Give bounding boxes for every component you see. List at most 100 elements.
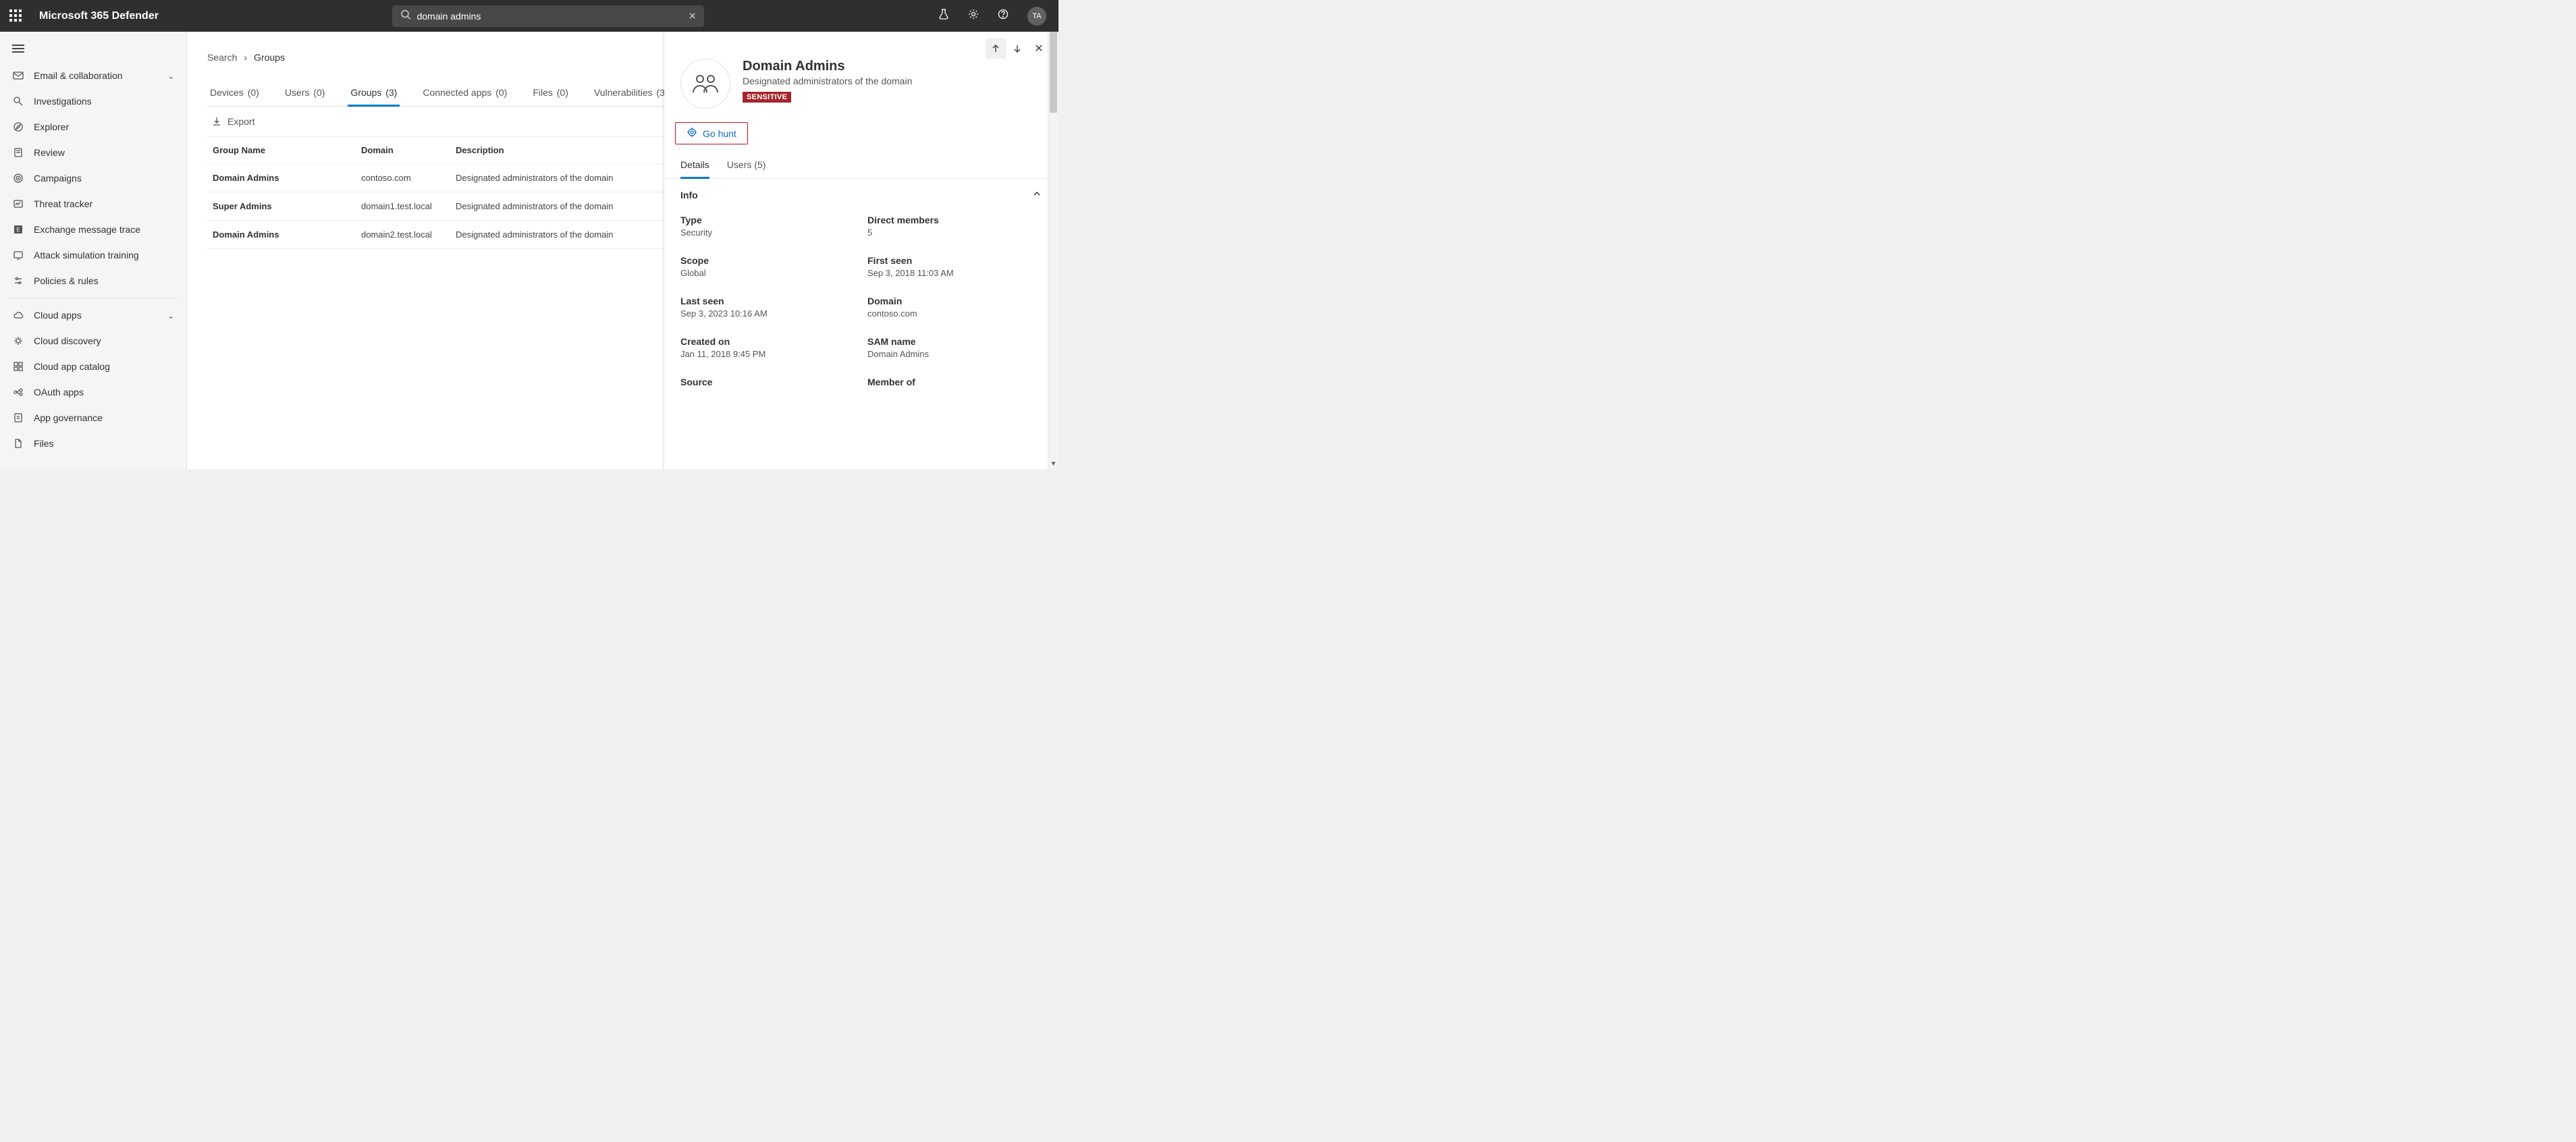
user-avatar[interactable]: TA bbox=[1027, 7, 1046, 26]
tab-label: Devices bbox=[210, 87, 244, 98]
nav-label: Exchange message trace bbox=[34, 224, 140, 235]
go-hunt-label: Go hunt bbox=[703, 128, 736, 139]
nav-label: Explorer bbox=[34, 121, 69, 132]
col-domain[interactable]: Domain bbox=[356, 137, 450, 164]
tab-count: (0) bbox=[248, 87, 259, 98]
tab-count: (3) bbox=[385, 87, 397, 98]
tab-label: Groups bbox=[350, 87, 381, 98]
info-member-of: Member of bbox=[867, 377, 1042, 387]
panel-controls: ✕ bbox=[664, 32, 1058, 59]
info-label: Last seen bbox=[680, 296, 855, 306]
nav-threat-tracker[interactable]: Threat tracker bbox=[0, 191, 186, 217]
breadcrumb-search[interactable]: Search bbox=[207, 52, 237, 63]
tab-label: Vulnerabilities bbox=[594, 87, 653, 98]
cloud-icon bbox=[12, 309, 24, 321]
panel-scrollbar[interactable]: ▼ bbox=[1048, 32, 1058, 469]
nav-review[interactable]: Review bbox=[0, 140, 186, 165]
nav-label: Files bbox=[34, 438, 54, 449]
panel-tab-users[interactable]: Users (5) bbox=[727, 153, 766, 178]
col-group-name[interactable]: Group Name bbox=[207, 137, 356, 164]
chevron-up-icon: ⌃ bbox=[167, 71, 174, 80]
scroll-down-arrow[interactable]: ▼ bbox=[1048, 460, 1058, 468]
info-source: Source bbox=[680, 377, 855, 387]
svg-text:E: E bbox=[16, 227, 20, 233]
cell-name: Super Admins bbox=[207, 192, 356, 221]
tab-vulnerabilities[interactable]: Vulnerabilities (3) bbox=[591, 80, 671, 106]
export-button[interactable]: Export bbox=[207, 116, 254, 127]
nav-attack-sim[interactable]: Attack simulation training bbox=[0, 242, 186, 268]
clear-search-icon[interactable]: ✕ bbox=[689, 10, 697, 22]
nav-label: Review bbox=[34, 147, 65, 158]
nav-label: Campaigns bbox=[34, 173, 82, 184]
info-domain: Domain contoso.com bbox=[867, 296, 1042, 319]
nav-oauth-apps[interactable]: OAuth apps bbox=[0, 379, 186, 405]
info-scope: ScopeGlobal bbox=[680, 255, 855, 278]
chevron-up-icon bbox=[1031, 188, 1042, 201]
tab-connected-apps[interactable]: Connected apps (0) bbox=[420, 80, 510, 106]
info-value: Sep 3, 2018 11:03 AM bbox=[867, 268, 1042, 278]
left-nav: Email & collaboration ⌃ Investigations E… bbox=[0, 32, 187, 469]
app-launcher-icon[interactable] bbox=[9, 9, 23, 23]
panel-tabs: Details Users (5) bbox=[664, 153, 1058, 179]
nav-label: Investigations bbox=[34, 96, 92, 107]
nav-label: Cloud app catalog bbox=[34, 361, 110, 372]
info-type: TypeSecurity bbox=[680, 215, 855, 238]
nav-label: Policies & rules bbox=[34, 275, 99, 286]
nav-investigations[interactable]: Investigations bbox=[0, 88, 186, 114]
nav-toggle[interactable] bbox=[0, 34, 186, 63]
search-input[interactable] bbox=[392, 5, 704, 27]
labs-icon[interactable] bbox=[938, 9, 949, 23]
tab-users[interactable]: Users (0) bbox=[282, 80, 328, 106]
info-value: contoso.com bbox=[867, 308, 1042, 319]
settings-icon[interactable] bbox=[968, 9, 979, 23]
tab-count: (0) bbox=[495, 87, 507, 98]
tab-groups[interactable]: Groups (3) bbox=[348, 80, 400, 106]
tab-files[interactable]: Files (0) bbox=[530, 80, 571, 106]
tab-count: (0) bbox=[313, 87, 325, 98]
info-label: SAM name bbox=[867, 336, 1042, 347]
help-icon[interactable] bbox=[998, 9, 1009, 23]
nav-cloud-catalog[interactable]: Cloud app catalog bbox=[0, 354, 186, 379]
download-icon bbox=[211, 116, 222, 127]
nav-section-cloud[interactable]: Cloud apps ⌃ bbox=[0, 302, 186, 328]
scrollbar-thumb[interactable] bbox=[1050, 32, 1057, 113]
campaigns-icon bbox=[12, 172, 24, 184]
tab-devices[interactable]: Devices (0) bbox=[207, 80, 262, 106]
go-hunt-button[interactable]: Go hunt bbox=[675, 122, 748, 144]
attack-sim-icon bbox=[12, 249, 24, 261]
panel-tab-details[interactable]: Details bbox=[680, 153, 709, 178]
nav-cloud-discovery[interactable]: Cloud discovery bbox=[0, 328, 186, 354]
nav-app-governance[interactable]: App governance bbox=[0, 405, 186, 431]
info-value: Security bbox=[680, 227, 855, 238]
info-value: Domain Admins bbox=[867, 349, 1042, 359]
nav-files[interactable]: Files bbox=[0, 431, 186, 456]
cell-name: Domain Admins bbox=[207, 164, 356, 192]
info-value: 5 bbox=[867, 227, 1042, 238]
nav-section-email[interactable]: Email & collaboration ⌃ bbox=[0, 63, 186, 88]
nav-exchange-trace[interactable]: E Exchange message trace bbox=[0, 217, 186, 242]
nav-label: OAuth apps bbox=[34, 387, 84, 398]
panel-next-button[interactable] bbox=[1007, 38, 1027, 59]
nav-policies[interactable]: Policies & rules bbox=[0, 268, 186, 294]
info-value: Jan 11, 2018 9:45 PM bbox=[680, 349, 855, 359]
oauth-icon bbox=[12, 386, 24, 398]
chevron-right-icon: › bbox=[244, 52, 247, 63]
panel-actions: Go hunt bbox=[664, 117, 1058, 153]
nav-label: Email & collaboration bbox=[34, 70, 123, 81]
global-search: ✕ bbox=[392, 5, 704, 27]
nav-campaigns[interactable]: Campaigns bbox=[0, 165, 186, 191]
exchange-icon: E bbox=[12, 223, 24, 236]
tab-label: Connected apps bbox=[423, 87, 491, 98]
discovery-icon bbox=[12, 335, 24, 347]
hunt-icon bbox=[687, 127, 697, 140]
catalog-icon bbox=[12, 360, 24, 373]
policies-icon bbox=[12, 275, 24, 287]
nav-explorer[interactable]: Explorer bbox=[0, 114, 186, 140]
info-created: Created onJan 11, 2018 9:45 PM bbox=[680, 336, 855, 359]
panel-close-button[interactable]: ✕ bbox=[1029, 38, 1049, 59]
info-label: Domain bbox=[867, 296, 1042, 306]
info-section-header[interactable]: Info bbox=[664, 179, 1058, 207]
panel-prev-button[interactable] bbox=[986, 38, 1006, 59]
cell-domain: domain2.test.local bbox=[356, 221, 450, 249]
panel-title: Domain Admins bbox=[743, 59, 912, 74]
